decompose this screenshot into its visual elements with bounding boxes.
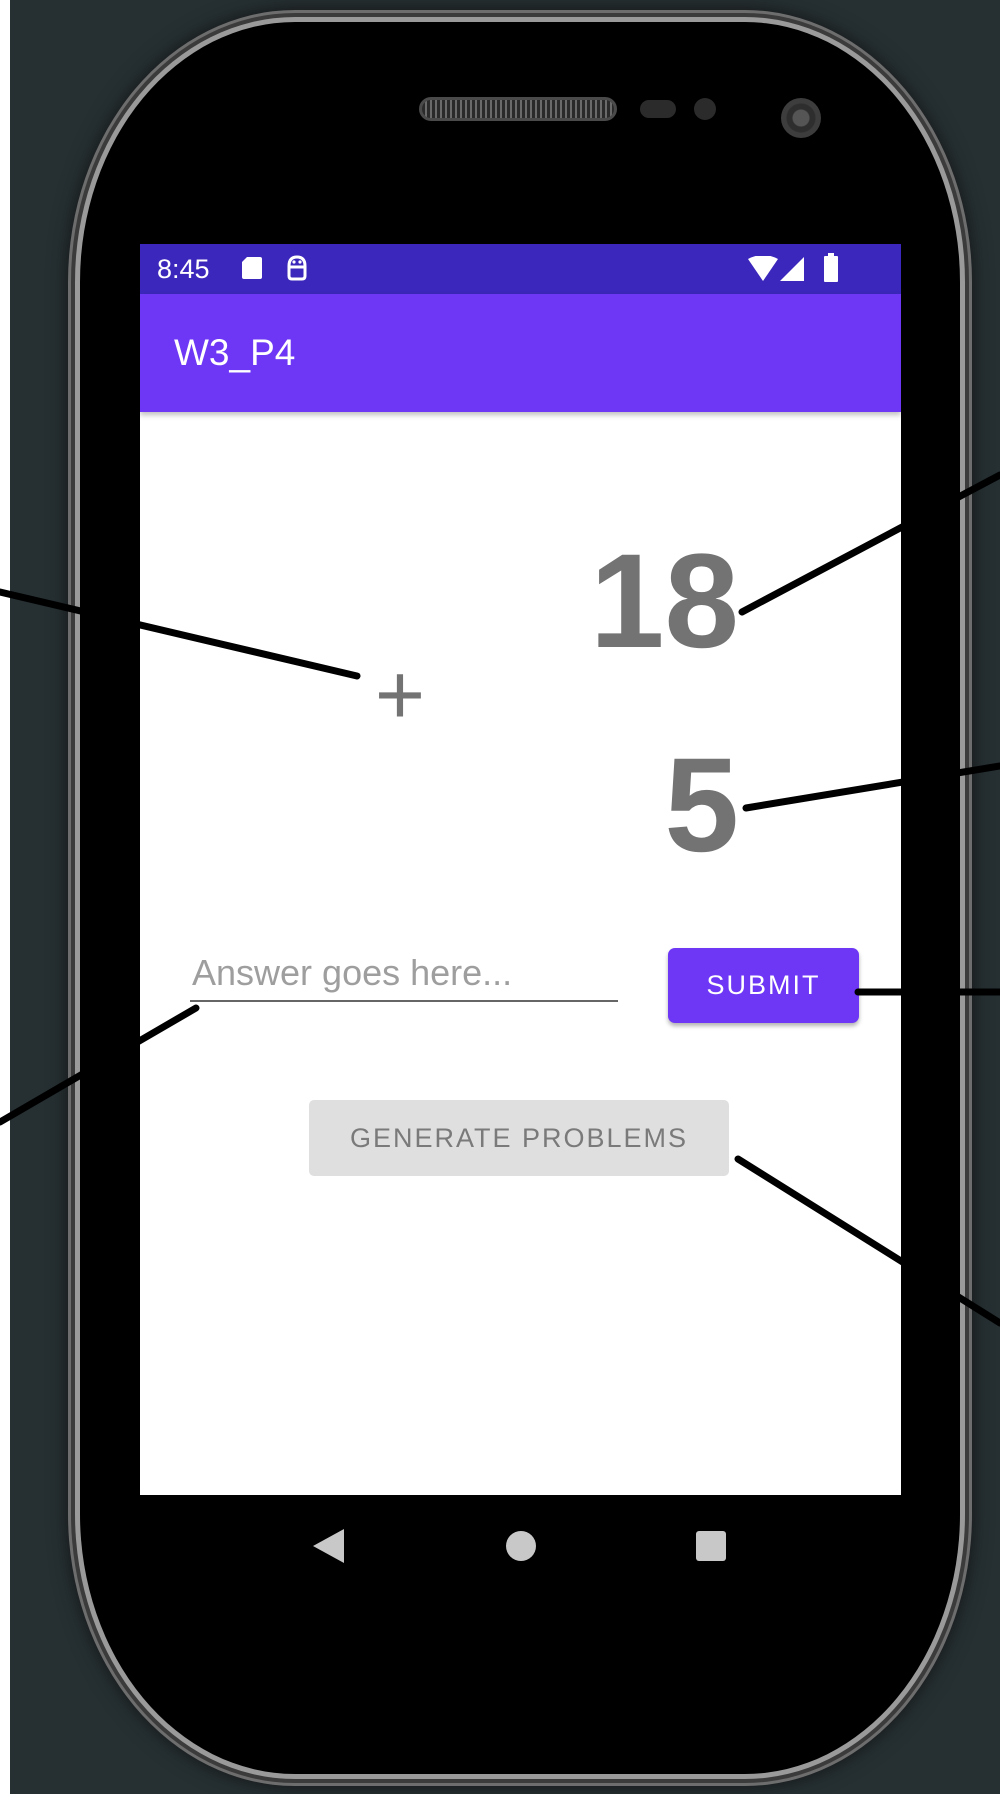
leader-line-answer-input bbox=[0, 1004, 200, 1126]
annotation-leader-lines bbox=[0, 471, 1000, 1327]
leader-line-generate bbox=[734, 1155, 1000, 1327]
leader-line-second-number bbox=[742, 762, 1000, 812]
leader-line-first-number bbox=[738, 471, 1000, 616]
leader-line-operator bbox=[0, 588, 361, 680]
